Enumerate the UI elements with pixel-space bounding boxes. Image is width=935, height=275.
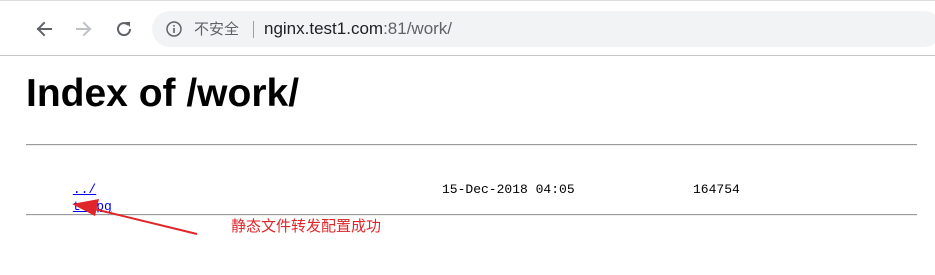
page-content: Index of /work/ ../ t.jpg 15-Dec-2018 04…: [0, 56, 935, 275]
arrow-left-icon: [36, 21, 52, 37]
file-date: 15-Dec-2018 04:05: [442, 182, 575, 197]
reload-icon: [117, 22, 132, 37]
annotation-text: 静态文件转发配置成功: [231, 217, 382, 235]
bottom-divider: [26, 214, 917, 216]
file-link[interactable]: t.jpg: [73, 199, 112, 214]
omnibox-divider: [253, 21, 254, 38]
url-text[interactable]: nginx.test1.com:81/work/: [264, 19, 452, 39]
info-icon[interactable]: [166, 21, 182, 37]
top-divider: [26, 144, 917, 146]
reload-button[interactable]: [113, 18, 135, 40]
url-host: nginx.test1.com: [264, 19, 384, 38]
list-item: t.jpg 15-Dec-2018 04:05 164754: [26, 181, 740, 214]
file-size: 164754: [693, 182, 740, 197]
security-label[interactable]: 不安全: [194, 20, 239, 38]
list-item: ../: [26, 164, 112, 197]
forward-button[interactable]: [73, 18, 95, 40]
file-listing: ../ t.jpg 15-Dec-2018 04:05 164754: [26, 164, 740, 214]
address-bar[interactable]: 不安全 nginx.test1.com:81/work/: [152, 11, 935, 47]
arrow-right-icon: [76, 21, 92, 37]
url-path: :81/work/: [383, 19, 453, 38]
browser-toolbar: 不安全 nginx.test1.com:81/work/: [0, 0, 935, 56]
back-button[interactable]: [33, 18, 55, 40]
page-title: Index of /work/: [26, 72, 300, 115]
